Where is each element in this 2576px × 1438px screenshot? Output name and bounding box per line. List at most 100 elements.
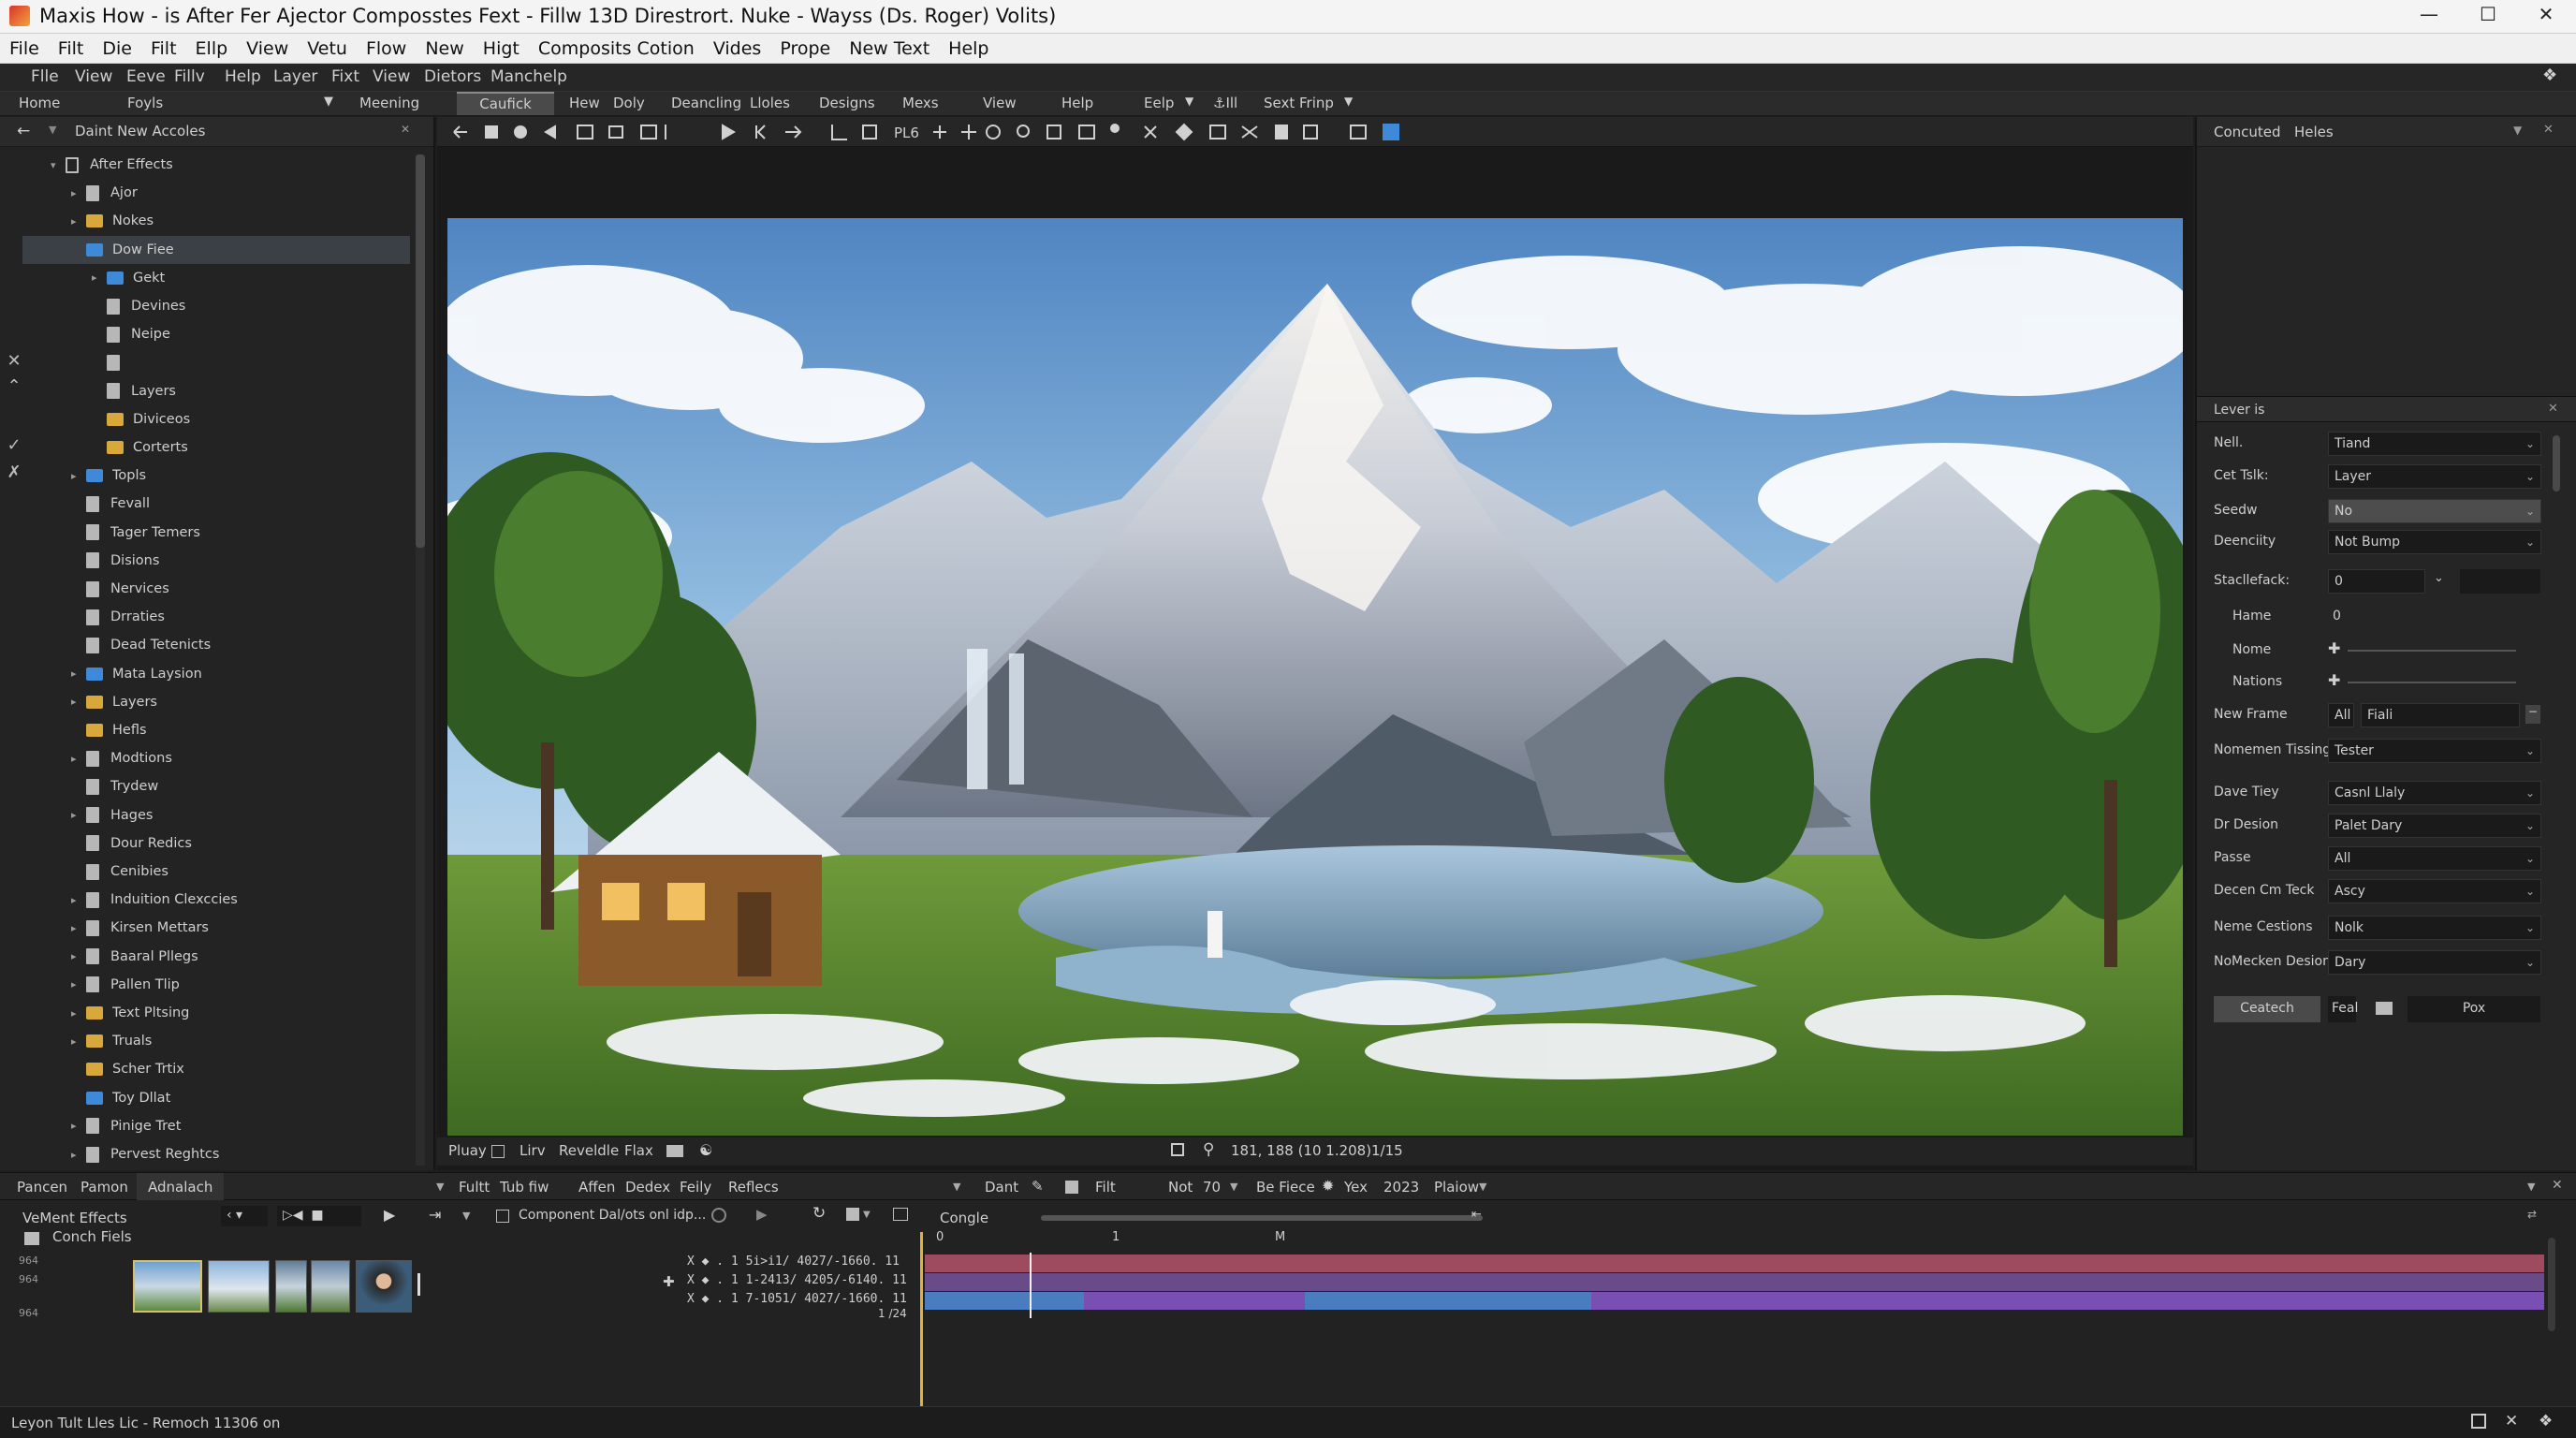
ceatech-button[interactable]: Ceatech <box>2214 996 2320 1022</box>
menu-item[interactable]: Vides <box>713 38 762 59</box>
workspace-item[interactable]: Deancling <box>671 95 741 111</box>
chevron-right-icon[interactable]: ▸ <box>71 1007 86 1020</box>
chevron-down-icon[interactable]: ▼ <box>436 1181 444 1193</box>
menu2-item[interactable]: Eeve <box>126 67 166 86</box>
scrollbar-thumb[interactable] <box>2553 435 2560 492</box>
property-dropdown[interactable]: No ⌄ <box>2328 499 2541 523</box>
playhead[interactable] <box>920 1232 923 1406</box>
tree-item[interactable]: ▸ Layers <box>22 688 410 716</box>
keyframe-row[interactable]: X ◆ . 1 1-2413/ 4205/-6140. 11 <box>687 1273 907 1287</box>
timeline-menu[interactable]: Filt <box>1095 1179 1116 1196</box>
tree-item[interactable]: Dow Fiee <box>22 235 410 264</box>
menu-item[interactable]: File <box>9 38 39 59</box>
tree-item[interactable]: Toy Dllat <box>22 1084 410 1112</box>
tab-pamon[interactable]: Pamon <box>80 1179 128 1196</box>
menu2-item[interactable]: Layer <box>273 67 317 86</box>
scrollbar-track[interactable] <box>416 154 425 1166</box>
workspace-lil[interactable]: ⚓Ill <box>1213 95 1237 111</box>
lock-icon[interactable] <box>846 1208 859 1221</box>
tree-item[interactable]: ▾ After Effects <box>22 151 410 179</box>
property-dropdown[interactable]: Casnl Llaly ⌄ <box>2328 781 2541 805</box>
close-icon[interactable]: ✕ <box>2552 1178 2563 1193</box>
loop-icon[interactable]: ↻ <box>812 1204 826 1223</box>
timeline-menu[interactable]: Not <box>1168 1179 1193 1196</box>
tree-item[interactable]: ▸ Modtions <box>22 744 410 772</box>
tree-item[interactable]: ▸ Induition Clexccies <box>22 886 410 914</box>
tab-concuted[interactable]: Concuted <box>2214 124 2281 140</box>
timeline-menu[interactable]: Dedex <box>625 1179 670 1196</box>
viewer-option[interactable]: Reveldle <box>559 1142 619 1159</box>
tree-item[interactable] <box>22 348 410 376</box>
close-icon[interactable]: ✕ <box>2548 402 2558 416</box>
chevron-down-icon[interactable]: ▼ <box>2527 1181 2535 1193</box>
workspace-item[interactable]: Lloles <box>750 95 790 111</box>
timeline-menu[interactable]: Fultt <box>459 1179 490 1196</box>
workspace-item[interactable]: Eelp <box>1144 95 1174 111</box>
tree-item[interactable]: ▸ Nokes <box>22 207 410 235</box>
menu-item[interactable]: Die <box>102 38 132 59</box>
chevron-right-icon[interactable]: ▸ <box>92 271 107 284</box>
pin-icon[interactable]: ❖ <box>2539 1412 2553 1431</box>
tree-item[interactable]: Neipe <box>22 320 410 348</box>
viewer-option[interactable]: Lirv <box>520 1142 546 1159</box>
chevron-right-icon[interactable]: ▸ <box>71 1149 86 1161</box>
track-bar-blue[interactable] <box>925 1292 1084 1310</box>
chevron-down-icon[interactable]: ▼ <box>1479 1181 1486 1193</box>
menu-item[interactable]: Ellp <box>196 38 228 59</box>
property-dropdown[interactable]: Layer ⌄ <box>2328 464 2541 489</box>
tree-item[interactable]: ▸ Pervest Reghtcs <box>22 1140 410 1168</box>
close-icon[interactable]: ✕ <box>2543 123 2554 137</box>
record-icon[interactable] <box>711 1208 726 1223</box>
pencil-icon[interactable]: ✎ <box>1032 1178 1044 1195</box>
workspace-item[interactable]: Sext Frinp <box>1264 95 1334 111</box>
menu-item[interactable]: Filt <box>58 38 84 59</box>
timeline-menu[interactable]: Plaiow <box>1434 1179 1479 1196</box>
pin-icon[interactable]: ❖ <box>2542 66 2557 85</box>
tree-item[interactable]: Nervices <box>22 575 410 603</box>
tree-item[interactable]: Diviceos <box>22 405 410 433</box>
viewer-tool-icons[interactable]: PL6 <box>437 117 2193 147</box>
track-bar-purple[interactable] <box>1084 1292 1305 1310</box>
chevron-right-icon[interactable]: ▸ <box>71 668 86 680</box>
menu-item[interactable]: Composits Cotion <box>538 38 695 59</box>
chevron-right-icon[interactable]: ▸ <box>71 470 86 482</box>
chevron-right-icon[interactable]: ▸ <box>71 950 86 962</box>
menu-item[interactable]: Prope <box>780 38 830 59</box>
tree-item[interactable]: ▸ Topls <box>22 462 410 490</box>
chevron-down-icon[interactable]: ▼ <box>1230 1181 1237 1193</box>
add-icon[interactable]: ✚ <box>2328 671 2340 689</box>
tree-item[interactable]: ▸ Gekt <box>22 264 410 292</box>
monitor-icon[interactable] <box>24 1232 39 1245</box>
color-swatch-icon[interactable] <box>2376 1002 2393 1015</box>
tree-item[interactable]: Fevall <box>22 490 410 518</box>
keyframe-row[interactable]: X ◆ . 1 7-1051/ 4027/-1660. 11 <box>687 1292 907 1306</box>
track-bar-purple[interactable] <box>925 1273 2544 1291</box>
property-field[interactable]: All <box>2328 703 2354 727</box>
minimize-button[interactable]: — <box>2410 3 2448 29</box>
timeline-value[interactable]: 2023 <box>1383 1179 1419 1196</box>
clip-thumbnail[interactable] <box>208 1260 270 1313</box>
monitor-icon[interactable] <box>666 1145 683 1157</box>
feal-button[interactable]: Feal <box>2328 996 2358 1022</box>
step-back-button[interactable]: ‹ ▾ <box>221 1206 268 1226</box>
play-icon[interactable]: ▶ <box>756 1206 768 1223</box>
property-dropdown[interactable]: Ascy ⌄ <box>2328 879 2541 903</box>
back-arrow-icon[interactable]: ← <box>17 122 30 140</box>
chevron-right-icon[interactable]: ▸ <box>71 696 86 708</box>
property-dropdown[interactable]: Palet Dary ⌄ <box>2328 814 2541 838</box>
close-window-button[interactable]: ✕ <box>2527 3 2565 29</box>
gear-icon[interactable]: ✹ <box>1322 1177 1334 1195</box>
work-area-marker[interactable] <box>1030 1253 1032 1318</box>
chevron-right-icon[interactable]: ▸ <box>71 753 86 765</box>
timeline-menu[interactable]: Be Fiece <box>1256 1179 1315 1196</box>
tree-item[interactable]: ▸ Mata Laysion <box>22 660 410 688</box>
tree-item[interactable]: Dour Redics <box>22 829 410 858</box>
menu2-item[interactable]: Help <box>225 67 261 86</box>
chevron-down-icon[interactable]: ▼ <box>324 95 333 109</box>
menu-item[interactable]: Flow <box>366 38 406 59</box>
zoom-level[interactable]: 1/15 <box>1371 1142 1403 1159</box>
zoom-icon[interactable]: ⚲ <box>1203 1140 1214 1159</box>
zoom-slider-end-icon[interactable]: ⇤ <box>1471 1208 1482 1222</box>
pox-button[interactable]: Pox <box>2408 996 2540 1022</box>
tree-item[interactable]: ▸ Baaral Pllegs <box>22 943 410 971</box>
